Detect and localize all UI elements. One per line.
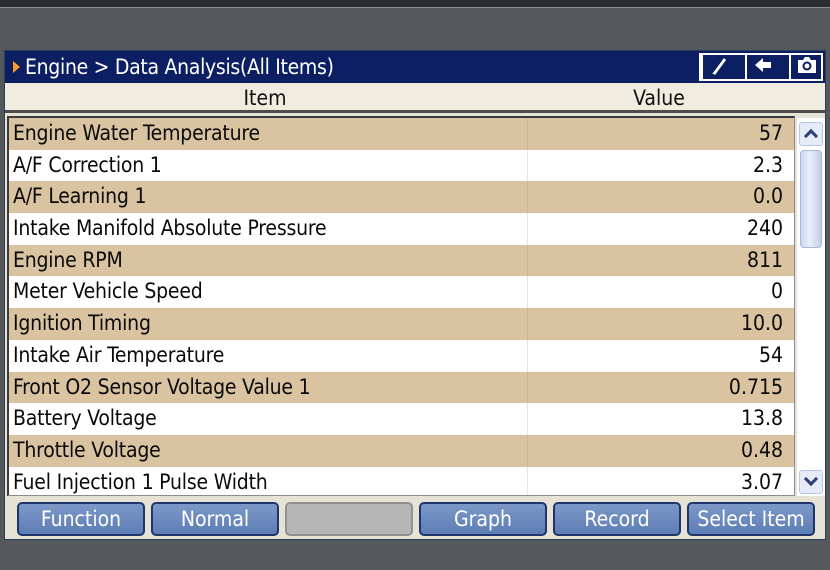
back-arrow-icon[interactable] [745, 54, 779, 80]
chevron-down-icon [803, 471, 819, 487]
record-button[interactable]: Record [553, 502, 681, 536]
row-item-name: Ignition Timing [13, 311, 151, 336]
table-row[interactable]: Intake Air Temperature 54 [9, 339, 794, 372]
row-item-name: A/F Correction 1 [13, 152, 162, 177]
table-row[interactable]: Engine RPM 811 [9, 244, 794, 277]
row-item-value: 2.3 [527, 149, 794, 182]
scroll-up-button[interactable] [799, 122, 823, 146]
row-item-value: 0.715 [527, 371, 794, 404]
select-item-button[interactable]: Select Item [687, 502, 815, 536]
table-row[interactable]: Front O2 Sensor Voltage Value 1 0.715 [9, 371, 794, 404]
camera-icon[interactable] [789, 54, 823, 80]
row-item-value: 3.07 [527, 466, 794, 495]
data-table: Engine Water Temperature 57 A/F Correction… [7, 116, 795, 496]
row-item-name: Meter Vehicle Speed [13, 279, 203, 304]
normal-button[interactable]: Normal [151, 502, 279, 536]
table-row[interactable]: Throttle Voltage 0.48 [9, 434, 794, 467]
row-item-name: Engine RPM [13, 247, 123, 272]
table-row[interactable]: Meter Vehicle Speed 0 [9, 276, 794, 309]
row-item-value: 54 [527, 339, 794, 372]
row-item-value: 811 [527, 244, 794, 277]
table-row[interactable]: Engine Water Temperature 57 [9, 118, 794, 150]
function-button[interactable]: Function [17, 502, 145, 536]
row-item-value: 0.0 [527, 181, 794, 214]
table-row[interactable]: Battery Voltage 13.8 [9, 403, 794, 435]
column-header-value[interactable]: Value [525, 83, 793, 113]
top-band [0, 8, 830, 48]
row-item-value: 57 [527, 118, 794, 150]
row-item-value: 10.0 [527, 308, 794, 340]
function-bar: Function Normal Graph Record Select Item [5, 500, 825, 539]
table-row[interactable]: Fuel Injection 1 Pulse Width 3.07 [9, 466, 794, 495]
breadcrumb: Engine > Data Analysis(All Items) [25, 55, 334, 79]
row-item-name: Intake Air Temperature [13, 342, 225, 367]
pen-icon[interactable] [701, 54, 735, 80]
row-item-value: 13.8 [527, 403, 794, 435]
row-item-name: A/F Learning 1 [13, 184, 147, 209]
table-row[interactable]: Ignition Timing 10.0 [9, 308, 794, 340]
table-header: Item Value [5, 83, 825, 113]
bottom-band [0, 541, 830, 570]
title-bar: Engine > Data Analysis(All Items) [5, 51, 825, 83]
row-item-name: Engine Water Temperature [13, 121, 260, 145]
breadcrumb-arrow-icon [13, 61, 20, 73]
data-analysis-window: Engine > Data Analysis(All Items) Item V… [4, 50, 826, 540]
scroll-thumb[interactable] [800, 150, 822, 248]
vertical-scrollbar[interactable] [797, 118, 825, 496]
row-item-name: Front O2 Sensor Voltage Value 1 [13, 374, 311, 399]
graph-button[interactable]: Graph [419, 502, 547, 536]
scroll-down-button[interactable] [799, 470, 823, 494]
table-row[interactable]: Intake Manifold Absolute Pressure 240 [9, 213, 794, 245]
column-header-item[interactable]: Item [5, 83, 525, 113]
row-item-value: 0.48 [527, 434, 794, 467]
row-item-name: Intake Manifold Absolute Pressure [13, 216, 327, 241]
table-row[interactable]: A/F Correction 1 2.3 [9, 149, 794, 182]
top-strip [0, 0, 830, 8]
row-item-value: 240 [527, 213, 794, 245]
row-item-name: Fuel Injection 1 Pulse Width [13, 469, 268, 494]
row-item-value: 0 [527, 276, 794, 309]
chevron-up-icon [803, 128, 819, 144]
row-item-name: Throttle Voltage [13, 437, 161, 462]
blank-button [285, 502, 413, 536]
row-item-name: Battery Voltage [13, 406, 157, 431]
table-row[interactable]: A/F Learning 1 0.0 [9, 181, 794, 214]
